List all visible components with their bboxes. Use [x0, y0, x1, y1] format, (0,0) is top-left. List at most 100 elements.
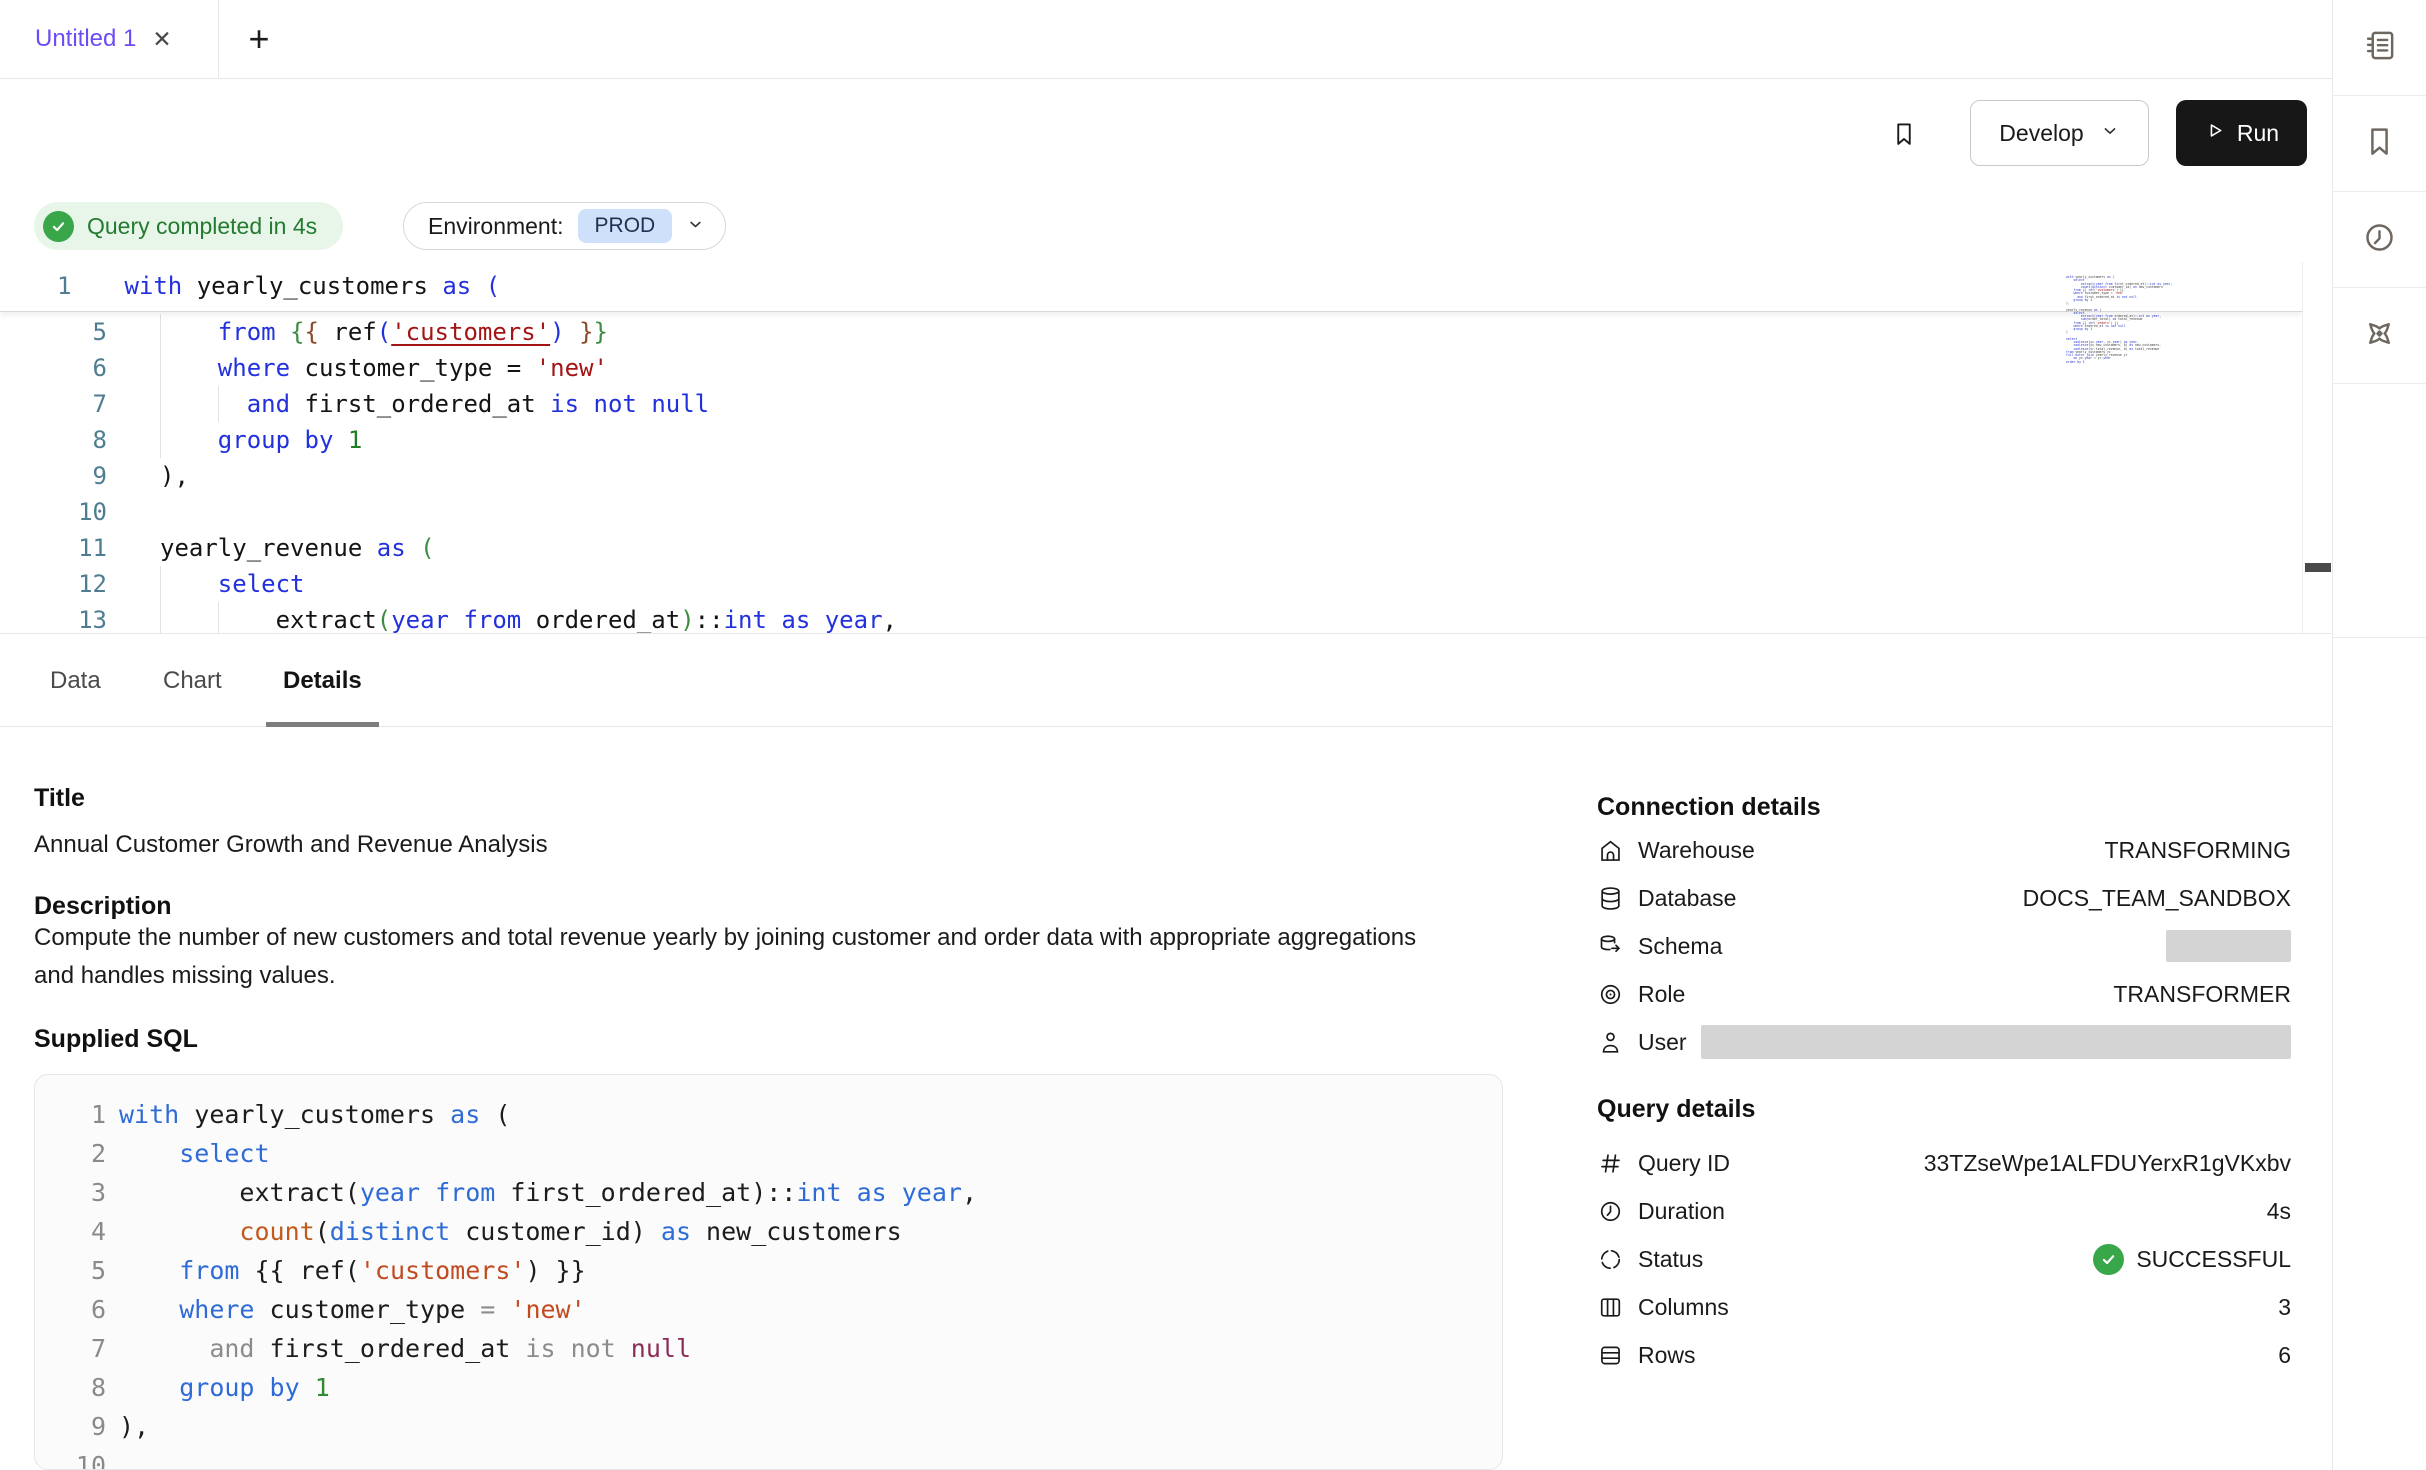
code-line[interactable]: 6 where customer_type = 'new': [51, 1290, 1502, 1329]
code-line[interactable]: 10: [51, 1446, 1502, 1470]
bookmark-rail-button[interactable]: [2333, 96, 2426, 192]
indent-guide: [160, 602, 161, 633]
row-label: Query ID: [1638, 1150, 1730, 1177]
results-tab-bar: Data Chart Details: [0, 633, 2332, 727]
tab-close-icon[interactable]: ✕: [152, 26, 171, 53]
row-value-text: 6: [2278, 1342, 2291, 1369]
code-text: where customer_type = 'new': [160, 350, 608, 386]
code-line[interactable]: 5 from {{ ref('customers') }}: [51, 1251, 1502, 1290]
code-line[interactable]: 8 group by 1: [51, 1368, 1502, 1407]
new-tab-button[interactable]: +: [228, 0, 290, 78]
tab-data[interactable]: Data: [50, 634, 101, 727]
environment-label: Environment:: [428, 213, 564, 240]
schema-icon: [1597, 933, 1624, 960]
code-line[interactable]: 9),: [51, 1407, 1502, 1446]
row-label: User: [1638, 1029, 1687, 1056]
duration-row: Duration4s: [1597, 1187, 2291, 1235]
line-number: 5: [0, 314, 107, 350]
database-icon: [1597, 885, 1624, 912]
supplied-sql-block: 1with yearly_customers as (2 select3 ext…: [34, 1074, 1503, 1470]
indent-guide: [218, 602, 219, 633]
code-text: count(distinct customer_id) as new_custo…: [119, 1212, 902, 1251]
row-value: 4s: [2267, 1198, 2291, 1225]
rows-row: Rows 6: [1597, 1331, 2291, 1379]
indent-guide: [160, 350, 161, 386]
editor-scrollbar[interactable]: [2302, 262, 2333, 633]
code-line[interactable]: 4 count(distinct customer_id) as new_cus…: [51, 1212, 1502, 1251]
code-text: extract(year from first_ordered_at)::int…: [119, 1173, 977, 1212]
code-line[interactable]: 9),: [0, 458, 2302, 494]
editor-minimap[interactable]: with yearly_customers as ( select extrac…: [2066, 276, 2188, 364]
line-number: 1: [0, 272, 71, 300]
role-icon: [1597, 981, 1624, 1008]
line-number: 11: [0, 530, 107, 566]
query-status-text: Query completed in 4s: [87, 213, 317, 240]
code-line[interactable]: 3 extract(year from first_ordered_at)::i…: [51, 1173, 1502, 1212]
code-line[interactable]: 12 select: [0, 566, 2302, 602]
tab-untitled-1[interactable]: Untitled 1 ✕: [0, 0, 219, 78]
code-text: select: [119, 1134, 270, 1173]
code-line[interactable]: 10: [0, 494, 2302, 530]
database-row: DatabaseDOCS_TEAM_SANDBOX: [1597, 874, 2291, 922]
bookmark-button[interactable]: [1884, 116, 1924, 156]
line-number: 9: [0, 458, 107, 494]
row-label: Status: [1638, 1246, 1703, 1273]
code-line[interactable]: 7 and first_ordered_at is not null: [0, 386, 2302, 422]
clock-icon: [1597, 1198, 1624, 1225]
notebook-rail-button[interactable]: [2333, 0, 2426, 96]
code-line[interactable]: 2 select: [51, 1134, 1502, 1173]
code-text: ),: [119, 1407, 149, 1446]
row-value: SUCCESSFUL: [2093, 1244, 2291, 1275]
row-value: TRANSFORMING: [2104, 837, 2291, 864]
sql-editor[interactable]: 5 from {{ ref('customers') }}6 where cus…: [0, 262, 2302, 633]
description-heading: Description: [34, 891, 172, 921]
run-label: Run: [2237, 120, 2279, 147]
tab-chart[interactable]: Chart: [163, 634, 222, 727]
row-value: 3: [2278, 1294, 2291, 1321]
columns-row: Columns 3: [1597, 1283, 2291, 1331]
play-icon: [2204, 120, 2225, 147]
code-text: ),: [160, 458, 189, 494]
code-line[interactable]: 1with yearly_customers as (: [51, 1095, 1502, 1134]
develop-dropdown[interactable]: Develop: [1970, 100, 2149, 166]
line-number: 3: [51, 1173, 106, 1212]
code-text: group by 1: [119, 1368, 330, 1407]
compass-rail-button[interactable]: [2333, 288, 2426, 384]
code-line[interactable]: 6 where customer_type = 'new': [0, 350, 2302, 386]
success-check-icon: [43, 211, 74, 242]
compass-icon: [2361, 315, 2398, 357]
history-icon: [2361, 219, 2398, 261]
editor-lines[interactable]: 5 from {{ ref('customers') }}6 where cus…: [0, 314, 2302, 633]
run-button[interactable]: Run: [2176, 100, 2307, 166]
line-number: 4: [51, 1212, 106, 1251]
line-number: 5: [51, 1251, 106, 1290]
code-line[interactable]: 1with yearly_customers as (: [0, 262, 500, 311]
indent-guide: [160, 422, 161, 458]
line-number: 2: [51, 1134, 106, 1173]
editor-sticky-line[interactable]: 1with yearly_customers as (: [0, 262, 2302, 312]
row-value-text: 33TZseWpe1ALFDUYerxR1gVKxbv: [1924, 1150, 2291, 1177]
indent-guide: [160, 386, 161, 422]
history-rail-button[interactable]: [2333, 192, 2426, 288]
code-text: and first_ordered_at is not null: [119, 1329, 691, 1368]
environment-selector[interactable]: Environment: PROD: [403, 202, 726, 250]
line-number: 10: [51, 1446, 106, 1470]
row-label: Rows: [1638, 1342, 1696, 1369]
tab-details[interactable]: Details: [283, 634, 362, 727]
row-label: Schema: [1638, 933, 1722, 960]
user-icon: [1597, 1029, 1624, 1056]
redacted-value: [1701, 1025, 2291, 1059]
code-line[interactable]: 13 extract(year from ordered_at)::int as…: [0, 602, 2302, 633]
bookmark-icon: [1889, 119, 1919, 154]
row-value: 6: [2278, 1342, 2291, 1369]
code-line[interactable]: 8 group by 1: [0, 422, 2302, 458]
indent-guide: [218, 386, 219, 422]
code-line[interactable]: 11yearly_revenue as (: [0, 530, 2302, 566]
code-line[interactable]: 5 from {{ ref('customers') }}: [0, 314, 2302, 350]
tab-bar: Untitled 1 ✕ +: [0, 0, 2332, 79]
code-line[interactable]: 7 and first_ordered_at is not null: [51, 1329, 1502, 1368]
row-value: 33TZseWpe1ALFDUYerxR1gVKxbv: [1924, 1150, 2291, 1177]
row-label: Columns: [1638, 1294, 1729, 1321]
editor-scrollbar-thumb[interactable]: [2305, 563, 2331, 572]
supplied-sql-heading: Supplied SQL: [34, 1024, 198, 1054]
